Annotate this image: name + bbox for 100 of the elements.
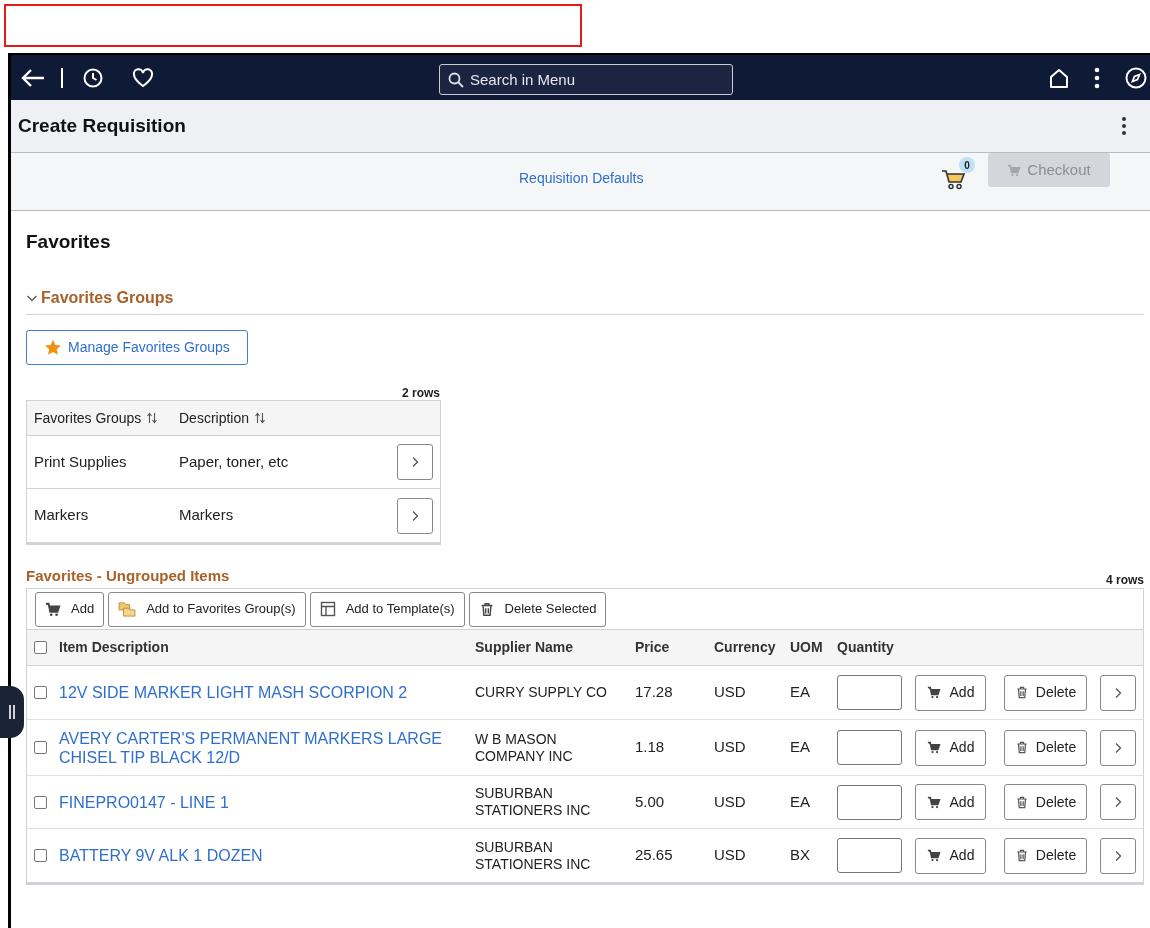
- chevron-right-icon: [1114, 686, 1122, 699]
- add-button[interactable]: Add: [915, 729, 986, 766]
- template-icon: [319, 601, 336, 617]
- table-cell-text: Markers: [33, 505, 90, 526]
- checkbox[interactable]: [34, 686, 47, 699]
- grip-icon: [8, 704, 16, 720]
- row-count: 2 rows: [401, 385, 441, 400]
- table-cell-text: 5.00: [635, 791, 666, 812]
- trash-icon: [1014, 740, 1029, 755]
- history-icon: [82, 66, 104, 89]
- chevron-right-icon: [411, 456, 419, 468]
- search-field[interactable]: Search in Menu: [439, 64, 733, 95]
- table-cell-text: Paper, toner, etc: [179, 451, 290, 472]
- add-button[interactable]: Add: [35, 591, 105, 627]
- column-header: Currency: [714, 638, 777, 657]
- table-cell-text: Print Supplies: [33, 451, 128, 472]
- star-icon: [44, 339, 62, 356]
- delete-button[interactable]: Delete: [1004, 729, 1087, 766]
- back-icon: [20, 66, 46, 89]
- checkbox[interactable]: [34, 641, 47, 654]
- row-count: 4 rows: [1106, 572, 1144, 589]
- checkbox[interactable]: [34, 741, 47, 754]
- column-header: Item Description: [59, 638, 170, 657]
- table-cell-text: SUBURBAN STATIONERS INC: [475, 838, 592, 873]
- add-to-favorites-group-button[interactable]: Add to Favorites Group(s): [108, 591, 306, 627]
- side-panel-handle[interactable]: [0, 686, 24, 738]
- table-cell-text: BX: [790, 845, 811, 866]
- favorites-groups-header[interactable]: Favorites Groups: [26, 286, 1144, 315]
- column-header: Quantity: [837, 638, 895, 657]
- table-cell-text: USD: [714, 682, 747, 703]
- checkbox[interactable]: [34, 849, 47, 862]
- delete-button[interactable]: Delete: [1004, 784, 1087, 820]
- home-icon: [1048, 66, 1070, 89]
- chevron-right-icon: [411, 509, 419, 522]
- add-button[interactable]: Add: [915, 674, 986, 711]
- sort-icon: [146, 412, 159, 424]
- table-cell-text: W B MASON COMPANY INC: [475, 730, 574, 765]
- quantity-field[interactable]: [837, 838, 902, 873]
- cart-icon: [45, 601, 61, 617]
- row-details-button[interactable]: [397, 444, 433, 480]
- section-heading: Favorites - Ungrouped Items: [26, 565, 230, 586]
- checkbox[interactable]: [34, 795, 47, 809]
- table-cell-text: USD: [714, 737, 747, 758]
- row-details-button[interactable]: [1100, 784, 1136, 820]
- column-header: Supplier Name: [475, 638, 575, 657]
- table-cell-text: EA: [790, 737, 811, 758]
- cart-count-badge: 0: [959, 157, 975, 173]
- row-details-button[interactable]: [1100, 729, 1136, 766]
- quantity-field[interactable]: [837, 675, 902, 710]
- section-title: Favorites: [26, 230, 112, 254]
- quantity-field[interactable]: [837, 784, 902, 820]
- table-cell-text: Markers: [179, 505, 235, 526]
- table-cell-text: USD: [714, 791, 747, 812]
- table-cell-text: USD: [714, 845, 747, 866]
- table-cell-text: 25.65: [635, 845, 674, 866]
- item-link[interactable]: FINEPRO0147 - LINE 1: [59, 792, 475, 812]
- row-details-button[interactable]: [1100, 837, 1136, 874]
- column-header[interactable]: Favorites Groups: [27, 407, 179, 429]
- add-button[interactable]: Add: [915, 837, 986, 874]
- table-cell-text: EA: [790, 791, 811, 812]
- item-link[interactable]: 12V SIDE MARKER LIGHT MASH SCORPION 2: [59, 683, 475, 702]
- chevron-right-icon: [1114, 849, 1122, 862]
- trash-icon: [1014, 685, 1029, 700]
- page-title: Create Requisition: [18, 113, 186, 138]
- column-header: Price: [635, 638, 671, 657]
- cart-icon: [1007, 163, 1022, 177]
- more-icon: [1121, 116, 1127, 136]
- table-cell-text: EA: [790, 682, 811, 703]
- manage-favorites-groups-button[interactable]: Manage Favorites Groups: [26, 330, 248, 365]
- more-icon: [1094, 66, 1100, 89]
- cart-icon: [941, 168, 967, 190]
- table-cell-text: 17.28: [635, 682, 674, 703]
- cart-icon: [926, 741, 941, 754]
- search-icon: [448, 72, 464, 88]
- cart-icon: [926, 686, 941, 699]
- column-header: UOM: [790, 638, 824, 657]
- trash-icon: [1014, 794, 1029, 810]
- folders-icon: [118, 601, 137, 617]
- requisition-defaults-link[interactable]: Requisition Defaults: [519, 168, 644, 189]
- compass-icon: [1124, 65, 1148, 90]
- sort-icon: [254, 412, 267, 424]
- chevron-right-icon: [1114, 796, 1122, 808]
- item-link[interactable]: BATTERY 9V ALK 1 DOZEN: [59, 846, 475, 865]
- delete-selected-button[interactable]: Delete Selected: [468, 591, 607, 627]
- add-button[interactable]: Add: [915, 784, 986, 820]
- delete-button[interactable]: Delete: [1004, 674, 1087, 711]
- chevron-right-icon: [1114, 741, 1122, 754]
- trash-icon: [1014, 848, 1029, 863]
- table-cell-text: CURRY SUPPLY CO: [475, 684, 608, 701]
- table-cell-text: SUBURBAN STATIONERS INC: [475, 785, 592, 819]
- add-to-template-button[interactable]: Add to Template(s): [309, 591, 465, 627]
- quantity-field[interactable]: [837, 730, 902, 765]
- heart-icon: [132, 67, 154, 88]
- delete-button[interactable]: Delete: [1004, 837, 1087, 874]
- item-link[interactable]: AVERY CARTER'S PERMANENT MARKERS LARGE CHISEL TIP BLACK 12/D: [59, 728, 475, 767]
- column-header[interactable]: Description: [179, 407, 329, 429]
- cart-icon: [926, 849, 941, 862]
- row-details-button[interactable]: [397, 497, 433, 534]
- row-details-button[interactable]: [1100, 674, 1136, 711]
- table-cell-text: 1.18: [635, 737, 666, 758]
